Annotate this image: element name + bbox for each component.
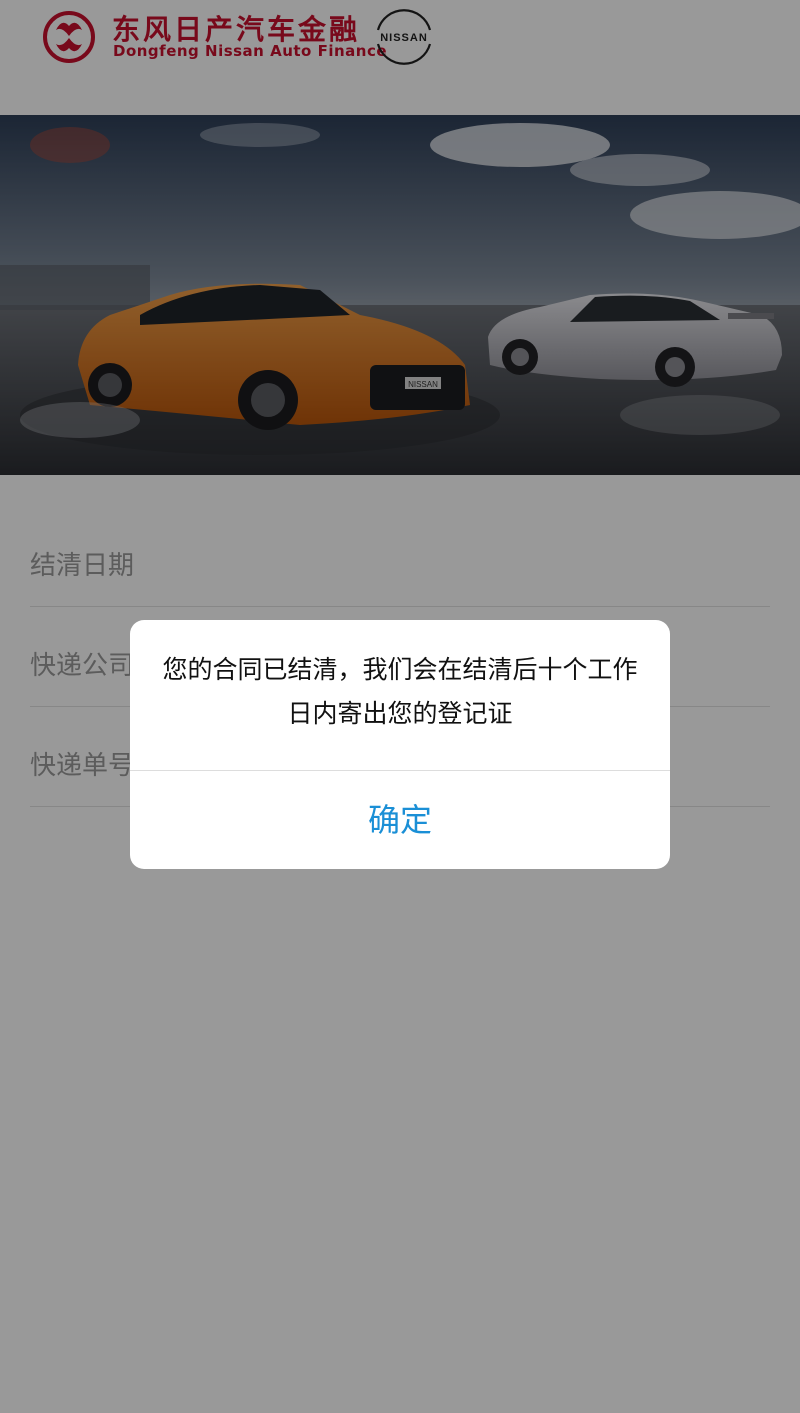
alert-dialog: 您的合同已结清，我们会在结清后十个工作日内寄出您的登记证 确定 xyxy=(130,620,670,869)
dialog-message: 您的合同已结清，我们会在结清后十个工作日内寄出您的登记证 xyxy=(162,655,638,728)
confirm-button[interactable]: 确定 xyxy=(130,771,670,869)
